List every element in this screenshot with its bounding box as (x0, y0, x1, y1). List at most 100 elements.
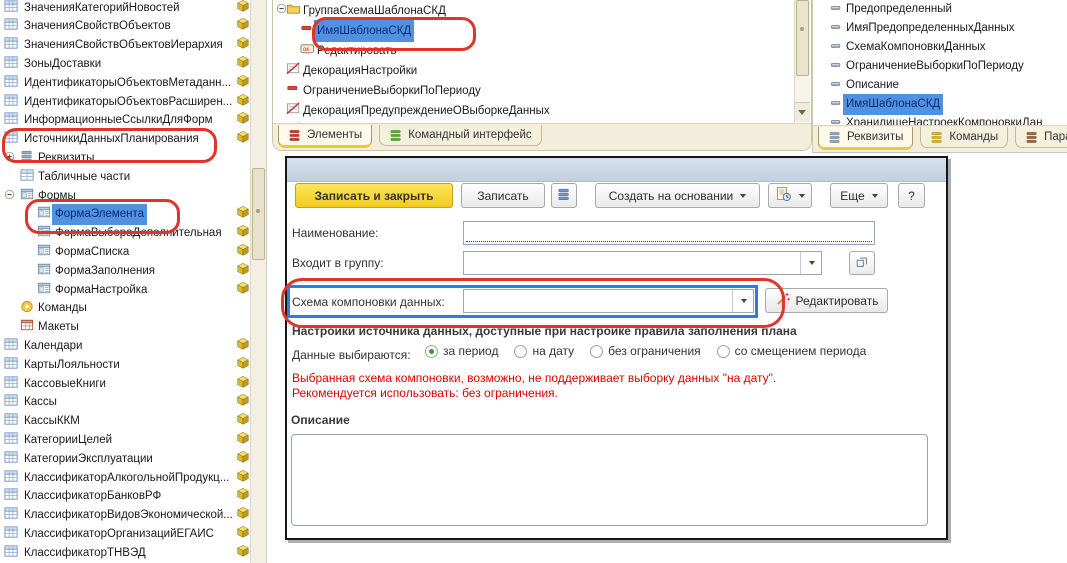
metadata-item-row[interactable]: Реквизиты (0, 147, 250, 166)
attributes-tabstrip: Реквизиты Команды Параметры (813, 125, 1067, 152)
panel-tab[interactable]: Элементы (278, 125, 372, 148)
edit-schema-button[interactable]: Редактировать (765, 288, 888, 313)
radio-button[interactable] (425, 345, 438, 358)
warning-line-1: Выбранная схема компоновки, возможно, не… (292, 371, 776, 385)
description-label: Описание (291, 413, 350, 427)
form-element-row[interactable]: ДекорацияПредупреждениеОВыборкеДанных (273, 98, 794, 118)
metadata-item-row[interactable]: КлассификаторОрганизацийЕГАИС (0, 523, 250, 542)
form-element-row[interactable]: ОграничениеВыборкиПоПериоду (273, 78, 794, 98)
form-element-row[interactable]: окРедактировать (273, 38, 794, 58)
panel-tab[interactable]: Параметры (1015, 127, 1067, 148)
attribute-row[interactable]: ОграничениеВыборкиПоПериоду (813, 55, 1067, 74)
metadata-item-row[interactable]: ЗначенияСвойствОбъектовИерархия (0, 34, 250, 53)
metadata-item-row[interactable]: ЗначенияСвойствОбъектов (0, 15, 250, 34)
scrollbar-thumb[interactable] (252, 168, 265, 260)
panel-tab[interactable]: Реквизиты (818, 127, 913, 150)
group-field (463, 251, 822, 275)
metadata-item-row[interactable]: КатегорииЦелей (0, 429, 250, 448)
panel-tab[interactable]: Командный интерфейс (379, 125, 541, 146)
metadata-item-row[interactable]: КлассификаторАлкогольнойПродукц... (0, 467, 250, 486)
panel-tab[interactable]: Команды (920, 127, 1008, 148)
attribute-row[interactable]: Описание (813, 74, 1067, 93)
document-clock-icon (775, 186, 792, 205)
metadata-item-row[interactable]: Формы (0, 185, 250, 204)
metadata-item-row[interactable]: Календари (0, 335, 250, 354)
name-field (463, 221, 875, 245)
metadata-item-row[interactable]: КлассификаторВидовЭкономической... (0, 504, 250, 523)
group-input[interactable] (466, 254, 803, 274)
metadata-tree-panel: ЗначенияКатегорийНовостейЗначенияСвойств… (0, 0, 250, 563)
group-dropdown-button[interactable] (800, 252, 821, 274)
metadata-item-row[interactable]: Команды (0, 297, 250, 316)
radio-button[interactable] (717, 345, 730, 358)
magic-wand-icon (775, 291, 791, 310)
metadata-item-row[interactable]: ИдентификаторыОбъектовМетаданн... (0, 72, 250, 91)
attribute-label: ХранилищеНастроекКомпоновкиДан (843, 113, 1046, 125)
metadata-item-row[interactable]: ЗначенияКатегорийНовостей (0, 0, 250, 15)
related-documents-button[interactable] (551, 183, 577, 208)
metadata-item-row[interactable]: КлассификаторТНВЭД (0, 542, 250, 561)
metadata-item-row[interactable]: ФормаЗаполнения (0, 260, 250, 279)
description-textarea[interactable] (291, 434, 928, 526)
attribute-row[interactable]: ИмяШаблонаСКД (813, 93, 1067, 112)
form-element-row[interactable]: ДекорацияНастройки (273, 58, 794, 78)
scrollbar-thumb[interactable] (796, 0, 809, 76)
metadata-item-row[interactable]: КатегорииЭксплуатации (0, 448, 250, 467)
save-button[interactable]: Записать (461, 183, 545, 208)
metadata-item-row[interactable]: КартыЛояльности (0, 354, 250, 373)
help-button[interactable]: ? (898, 183, 925, 208)
metadata-item-row[interactable]: КассыККМ (0, 410, 250, 429)
metadata-item-row[interactable]: КлассификаторБанковРФ (0, 485, 250, 504)
create-based-on-button[interactable]: Создать на основании (595, 183, 760, 208)
stacked-discs-icon (389, 128, 403, 142)
left-tree-scrollbar[interactable] (250, 0, 267, 563)
radio-option[interactable]: со смещением периода (717, 344, 867, 358)
tab-label: Реквизиты (847, 131, 903, 143)
button-label: Создать на основании (609, 189, 734, 203)
elements-scrollbar[interactable] (794, 0, 810, 122)
metadata-item-row[interactable]: ФормаНастройка (0, 279, 250, 298)
radio-button[interactable] (514, 345, 527, 358)
svg-text:ок: ок (303, 46, 309, 53)
document-history-button[interactable] (768, 183, 812, 208)
period-radio-group: за период на дату без ограничения со смещен… (425, 344, 866, 358)
radio-option[interactable]: на дату (514, 344, 574, 358)
form-preview-window: Записать и закрыть Записать Создать на о… (285, 156, 948, 540)
button-label: ? (908, 189, 915, 203)
radio-option[interactable]: за период (425, 344, 498, 358)
form-elements-panel: ГруппаСхемаШаблонаСКДИмяШаблонаСКДокРеда… (272, 0, 812, 151)
attribute-row[interactable]: ИмяПредопределенныхДанных (813, 17, 1067, 36)
metadata-item-row[interactable]: ИдентификаторыОбъектовРасширен... (0, 91, 250, 110)
metadata-item-row[interactable]: ИсточникиДанныхПланирования (0, 128, 250, 147)
metadata-item-row[interactable]: КассовыеКниги (0, 373, 250, 392)
attribute-row[interactable]: ХранилищеНастроекКомпоновкиДан (813, 112, 1067, 125)
metadata-item-row[interactable]: Кассы (0, 391, 250, 410)
metadata-item-row[interactable]: ФормаСписка (0, 241, 250, 260)
tab-label: Параметры (1044, 131, 1067, 143)
scrollbar-down-button[interactable] (795, 102, 810, 122)
metadata-item-row[interactable]: ФормаЭлемента (0, 203, 250, 222)
attribute-row[interactable]: СхемаКомпоновкиДанных (813, 36, 1067, 55)
form-element-row[interactable]: ИмяШаблонаСКД (273, 18, 794, 38)
metadata-item-row[interactable]: Макеты (0, 316, 250, 335)
metadata-item-row[interactable]: Табличные части (0, 166, 250, 185)
stacked-discs-icon (930, 130, 944, 144)
data-selected-label: Данные выбираются: (292, 348, 411, 362)
form-element-row[interactable]: ГруппаСхемаШаблонаСКД (273, 0, 794, 18)
form-elements-tree: ГруппаСхемаШаблонаСКДИмяШаблонаСКДокРеда… (273, 0, 794, 123)
button-label: Записать и закрыть (315, 189, 434, 203)
metadata-item-row[interactable]: ЗоныДоставки (0, 53, 250, 72)
tab-label: Командный интерфейс (408, 129, 531, 141)
more-button[interactable]: Еще (830, 183, 888, 208)
radio-button[interactable] (590, 345, 603, 358)
attribute-row[interactable]: Предопределенный (813, 0, 1067, 17)
save-and-close-button[interactable]: Записать и закрыть (295, 183, 453, 208)
metadata-item-row[interactable]: ФормаВыбораДополнительная (0, 222, 250, 241)
metadata-item-row[interactable]: ИнформационныеСсылкиДляФорм (0, 109, 250, 128)
stacked-discs-icon (1025, 130, 1039, 144)
group-open-button[interactable] (849, 251, 875, 275)
chevron-down-icon (809, 261, 815, 265)
radio-label: без ограничения (608, 344, 700, 358)
attributes-list: ПредопределенныйИмяПредопределенныхДанны… (813, 0, 1067, 125)
radio-option[interactable]: без ограничения (590, 344, 700, 358)
